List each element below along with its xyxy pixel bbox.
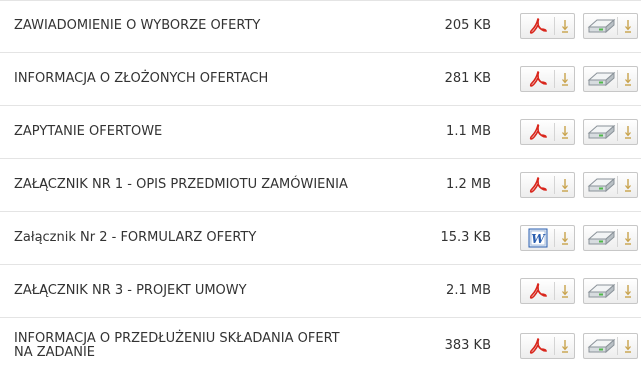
download-arrow-icon [555,334,574,358]
download-arrow-icon [555,120,574,144]
file-name: ZAPYTANIE OFERTOWE [14,124,163,139]
download-arrow-icon [555,226,574,250]
download-arrow-icon [618,120,637,144]
download-file-button[interactable]: W [520,225,575,251]
file-size: 383 KB [444,337,491,353]
download-arrow-icon [555,279,574,303]
word-icon: W [521,226,554,250]
file-name: INFORMACJA O ZŁOŻONYCH OFERTACH [14,71,269,86]
download-file-button[interactable] [520,119,575,145]
file-size: 205 KB [444,18,491,33]
save-to-disk-button[interactable] [583,332,638,359]
file-name: ZAWIADOMIENIE O WYBORZE OFERTY [14,18,261,33]
file-name: ZAŁĄCZNIK NR 3 - PROJEKT UMOWY [14,283,247,298]
pdf-icon [521,14,554,38]
download-arrow-icon [555,14,574,38]
svg-text:W: W [531,232,546,246]
save-to-disk-button[interactable] [583,119,638,145]
pdf-icon [521,67,554,91]
hard-drive-icon [584,173,617,197]
file-size: 2.1 MB [446,283,491,298]
download-arrow-icon [618,226,637,250]
save-to-disk-button[interactable] [583,13,638,39]
download-arrow-icon [618,14,637,38]
pdf-icon [521,279,554,303]
download-arrow-icon [618,67,637,91]
save-to-disk-button[interactable] [583,66,638,92]
download-file-button[interactable] [520,13,575,39]
file-size: 281 KB [444,71,491,86]
file-name: INFORMACJA O PRZEDŁUŻENIU SKŁADANIA OFER… [14,330,340,360]
save-to-disk-button[interactable] [583,225,638,251]
save-to-disk-button[interactable] [583,172,638,198]
pdf-icon [521,120,554,144]
table-row: ZAPYTANIE OFERTOWE 1.1 MB [0,106,641,159]
hard-drive-icon [584,120,617,144]
file-size: 1.2 MB [446,177,491,192]
hard-drive-icon [584,226,617,250]
download-file-button[interactable] [520,172,575,198]
hard-drive-icon [584,14,617,38]
file-size: 15.3 KB [440,230,491,245]
hard-drive-icon [584,67,617,91]
hard-drive-icon [584,279,617,303]
download-file-button[interactable] [520,332,575,359]
save-to-disk-button[interactable] [583,278,638,304]
file-name: Załącznik Nr 2 - FORMULARZ OFERTY [14,230,257,245]
file-name: ZAŁĄCZNIK NR 1 - OPIS PRZEDMIOTU ZAMÓWIE… [14,177,348,192]
table-row: ZAŁĄCZNIK NR 3 - PROJEKT UMOWY 2.1 MB [0,265,641,318]
attachments-table: ZAWIADOMIENIE O WYBORZE OFERTY 205 KB INFO… [0,0,641,373]
download-arrow-icon [555,67,574,91]
table-row: ZAŁĄCZNIK NR 1 - OPIS PRZEDMIOTU ZAMÓWIE… [0,159,641,212]
download-arrow-icon [555,173,574,197]
file-size: 1.1 MB [446,124,491,139]
table-row: ZAWIADOMIENIE O WYBORZE OFERTY 205 KB [0,0,641,53]
download-arrow-icon [618,279,637,303]
table-row: INFORMACJA O ZŁOŻONYCH OFERTACH 281 KB [0,53,641,106]
pdf-icon [521,173,554,197]
table-row: Załącznik Nr 2 - FORMULARZ OFERTY 15.3 KB… [0,212,641,265]
download-arrow-icon [618,334,637,358]
download-file-button[interactable] [520,66,575,92]
table-row: INFORMACJA O PRZEDŁUŻENIU SKŁADANIA OFER… [0,318,641,373]
hard-drive-icon [584,334,617,358]
download-file-button[interactable] [520,278,575,304]
pdf-icon [521,334,554,358]
download-arrow-icon [618,173,637,197]
